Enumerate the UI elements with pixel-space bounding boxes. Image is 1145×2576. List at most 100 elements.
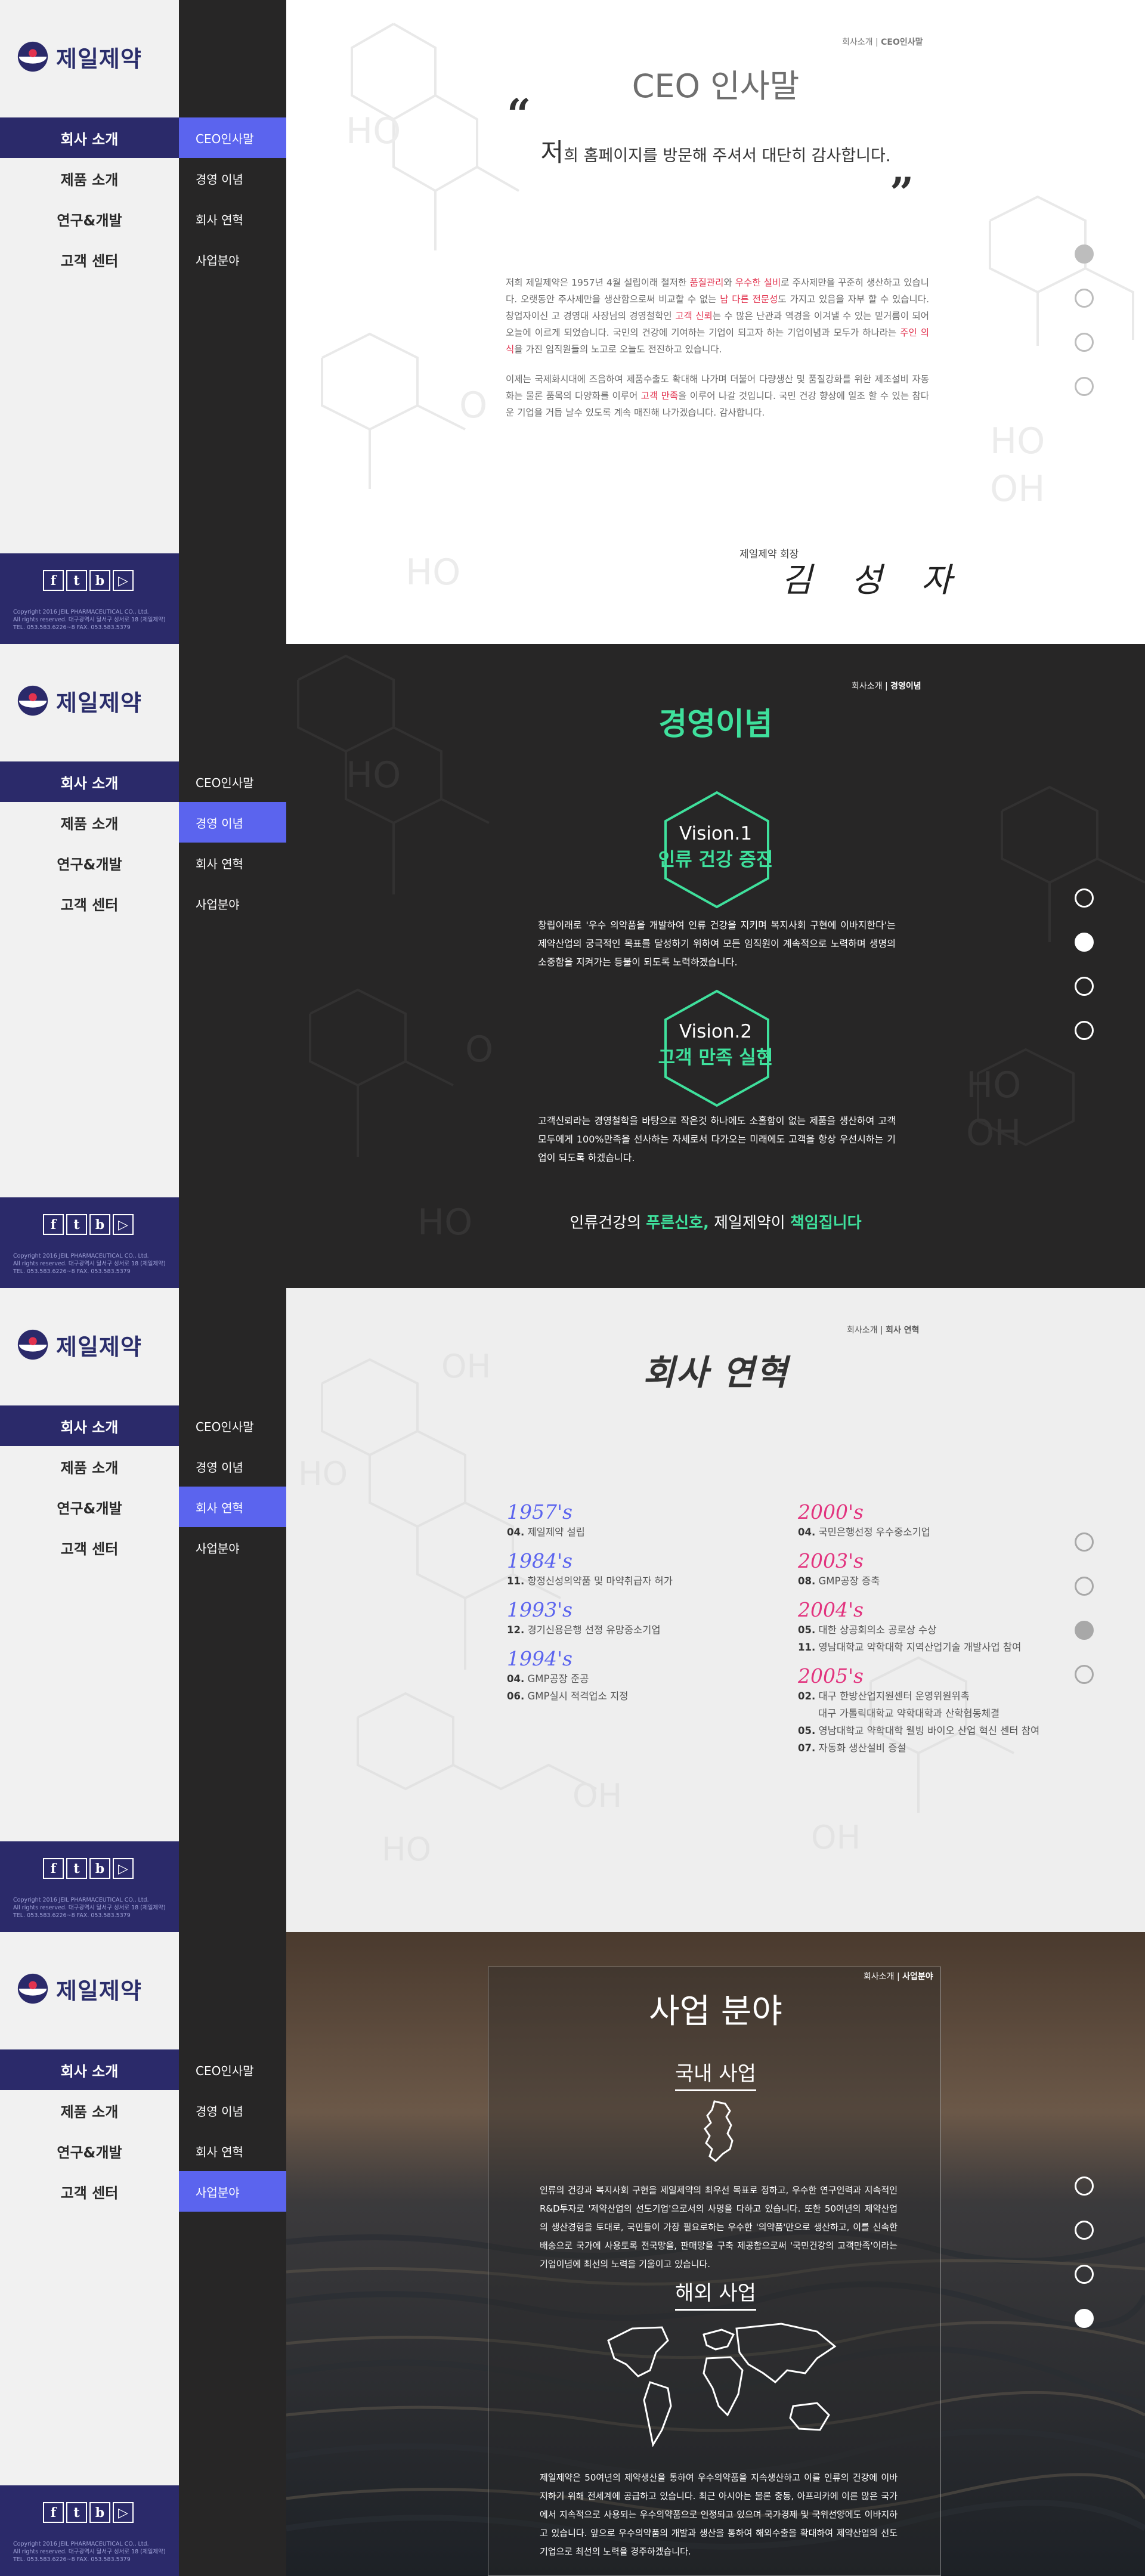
history-entry: 05. 영남대학교 약학대학 웰빙 바이오 산업 혁신 센터 참여	[798, 1722, 1096, 1739]
menu-support[interactable]: 고객 센터	[0, 1527, 179, 1568]
history-text: 영남대학교 약학대학 웰빙 바이오 산업 혁신 센터 참여	[818, 1725, 1040, 1736]
logo[interactable]: 제일제약	[16, 680, 142, 722]
copyright: Copyright 2016 JEIL PHARMACEUTICAL CO., …	[13, 609, 166, 631]
submenu-vision[interactable]: 경영 이념	[179, 802, 286, 843]
blog-icon[interactable]: b	[89, 2502, 110, 2523]
menu-company[interactable]: 회사 소개	[0, 1405, 179, 1446]
history-month: 05.	[798, 1725, 816, 1736]
menu-research[interactable]: 연구&개발	[0, 1487, 179, 1527]
pager-dot-2[interactable]	[1075, 289, 1094, 308]
history-timeline-right: 2000's 04. 국민은행선정 우수중소기업 2003's 08. GMP공장 증…	[798, 1492, 1096, 1757]
history-text: 국민은행선정 우수중소기업	[818, 1527, 930, 1538]
signature: 김 성 자	[781, 561, 967, 600]
svg-text:HO: HO	[298, 1455, 348, 1493]
submenu-history[interactable]: 회사 연혁	[179, 843, 286, 883]
pager-dot-2[interactable]	[1075, 1577, 1094, 1596]
menu-research[interactable]: 연구&개발	[0, 843, 179, 883]
history-entry: 대구 가톨릭대학교 약학대학과 산학협동체결	[798, 1705, 1096, 1722]
pager-dot-1[interactable]	[1075, 1532, 1094, 1552]
blog-icon[interactable]: b	[89, 570, 110, 591]
youtube-icon[interactable]: ▷	[113, 2502, 134, 2523]
submenu-vision[interactable]: 경영 이념	[179, 1446, 286, 1487]
facebook-icon[interactable]: f	[43, 2502, 64, 2523]
facebook-icon[interactable]: f	[43, 1858, 64, 1879]
menu-products[interactable]: 제품 소개	[0, 2090, 179, 2131]
logo[interactable]: 제일제약	[16, 1324, 142, 1366]
menu-company[interactable]: 회사 소개	[0, 117, 179, 158]
submenu-business[interactable]: 사업분야	[179, 2171, 286, 2212]
youtube-icon[interactable]: ▷	[113, 1858, 134, 1879]
youtube-icon[interactable]: ▷	[113, 570, 134, 591]
youtube-icon[interactable]: ▷	[113, 1214, 134, 1235]
history-month: 04.	[507, 1673, 525, 1685]
blog-icon[interactable]: b	[89, 1214, 110, 1235]
twitter-icon[interactable]: t	[66, 570, 87, 591]
menu-support[interactable]: 고객 센터	[0, 2171, 179, 2212]
vision-2-text: 고객신뢰라는 경영철학을 바탕으로 작은것 하나에도 소홀함이 없는 제품을 생…	[538, 1115, 896, 1163]
history-entry: 11. 향정신성의약품 및 마약취급자 허가	[507, 1572, 805, 1590]
sns-links: f t b ▷	[43, 2502, 134, 2523]
pager-dot-4[interactable]	[1075, 1021, 1094, 1040]
sidebar-sub	[179, 1932, 286, 2576]
pager-dot-1[interactable]	[1075, 244, 1094, 264]
history-month: 11.	[507, 1575, 525, 1587]
pager-dot-2[interactable]	[1075, 2221, 1094, 2240]
menu-company[interactable]: 회사 소개	[0, 761, 179, 802]
pager-dot-3[interactable]	[1075, 333, 1094, 352]
pager-dot-1[interactable]	[1075, 888, 1094, 908]
brand-name: 제일제약	[56, 45, 142, 72]
history-text: 향정신성의약품 및 마약취급자 허가	[527, 1575, 673, 1587]
pager-dot-4[interactable]	[1075, 2309, 1094, 2328]
vision-1-label: Vision.1 인류 건강 증진	[658, 823, 773, 871]
menu-support[interactable]: 고객 센터	[0, 239, 179, 280]
submenu-ceo[interactable]: CEO인사말	[179, 117, 286, 158]
quote-open-icon: “	[507, 89, 531, 139]
logo-icon	[17, 41, 48, 72]
logo[interactable]: 제일제약	[16, 36, 142, 78]
twitter-icon[interactable]: t	[66, 1858, 87, 1879]
submenu-vision[interactable]: 경영 이념	[179, 158, 286, 199]
facebook-icon[interactable]: f	[43, 570, 64, 591]
menu-products[interactable]: 제품 소개	[0, 158, 179, 199]
submenu-ceo[interactable]: CEO인사말	[179, 1405, 286, 1446]
pager-dot-1[interactable]	[1075, 2176, 1094, 2196]
sub-menu: CEO인사말 경영 이념 회사 연혁 사업분야	[179, 1405, 286, 1568]
submenu-history[interactable]: 회사 연혁	[179, 199, 286, 239]
brand-name: 제일제약	[56, 689, 142, 716]
menu-company[interactable]: 회사 소개	[0, 2049, 179, 2090]
pager-dot-4[interactable]	[1075, 1665, 1094, 1684]
submenu-vision[interactable]: 경영 이념	[179, 2090, 286, 2131]
pager-dot-3[interactable]	[1075, 2265, 1094, 2284]
history-timeline-left: 1957's 04. 제일제약 설립 1984's 11. 향정신성의약품 및 마약취…	[507, 1492, 805, 1705]
menu-research[interactable]: 연구&개발	[0, 2131, 179, 2171]
footer: f t b ▷ Copyright 2016 JEIL PHARMACEUTIC…	[0, 1841, 179, 1932]
menu-products[interactable]: 제품 소개	[0, 802, 179, 843]
history-entry: 04. 국민은행선정 우수중소기업	[798, 1524, 1096, 1541]
menu-research[interactable]: 연구&개발	[0, 199, 179, 239]
menu-products[interactable]: 제품 소개	[0, 1446, 179, 1487]
history-entry: 05. 대한 상공회의소 공로상 수상	[798, 1621, 1096, 1639]
twitter-icon[interactable]: t	[66, 1214, 87, 1235]
vision-2-label: Vision.2 고객 만족 실현	[658, 1021, 773, 1069]
logo[interactable]: 제일제약	[16, 1968, 142, 2010]
history-month: 05.	[798, 1624, 816, 1636]
blog-icon[interactable]: b	[89, 1858, 110, 1879]
submenu-business[interactable]: 사업분야	[179, 239, 286, 280]
submenu-business[interactable]: 사업분야	[179, 883, 286, 924]
facebook-icon[interactable]: f	[43, 1214, 64, 1235]
pager-dot-4[interactable]	[1075, 377, 1094, 396]
pager-dot-3[interactable]	[1075, 977, 1094, 996]
pager-dot-2[interactable]	[1075, 933, 1094, 952]
submenu-ceo[interactable]: CEO인사말	[179, 761, 286, 802]
menu-support[interactable]: 고객 센터	[0, 883, 179, 924]
svg-text:HO: HO	[346, 754, 401, 796]
submenu-history[interactable]: 회사 연혁	[179, 2131, 286, 2171]
history-text: 대구 한방산업지원센터 운영위원위촉	[818, 1690, 970, 1702]
pager-dot-3[interactable]	[1075, 1621, 1094, 1640]
submenu-business[interactable]: 사업분야	[179, 1527, 286, 1568]
brand-name: 제일제약	[56, 1333, 142, 1360]
twitter-icon[interactable]: t	[66, 2502, 87, 2523]
history-entry: 07. 자동화 생산설비 증설	[798, 1739, 1096, 1757]
submenu-ceo[interactable]: CEO인사말	[179, 2049, 286, 2090]
submenu-history[interactable]: 회사 연혁	[179, 1487, 286, 1527]
